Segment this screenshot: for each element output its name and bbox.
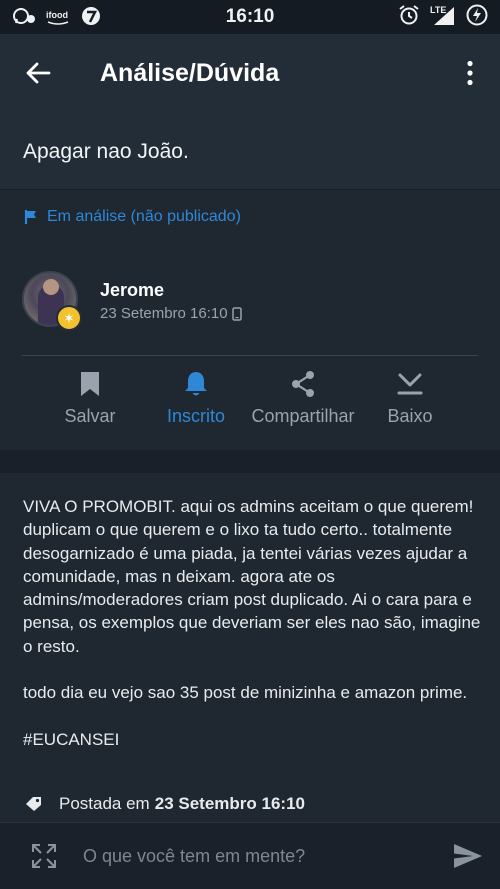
bookmark-icon [81,372,99,396]
system-icons: LTE [398,4,488,31]
save-label: Salvar [64,406,116,426]
alarm-icon [398,4,420,31]
subscribed-button[interactable]: Inscrito [158,370,234,427]
flag-icon [24,210,36,224]
share-label: Compartilhar [251,406,355,426]
level-badge-icon: ✶ [56,305,82,331]
bell-icon [185,372,207,396]
save-button[interactable]: Salvar [52,370,128,427]
comment-input[interactable] [83,834,436,878]
author-date-text: 23 Setembro 16:10 [100,305,228,322]
expand-button[interactable] [0,823,88,889]
more-vert-icon [467,60,473,86]
section-separator [0,450,500,473]
post-title: Apagar nao João. [23,140,189,163]
tag-icon [26,797,41,811]
posted-info: Postada em 23 Setembro 16:10 [25,794,305,814]
arrow-back-icon [26,62,51,84]
notification-icons: ifood [12,5,102,30]
kanguru-icon [80,5,102,30]
subscribed-label: Inscrito [166,406,226,426]
battery-charging-icon [466,4,488,31]
back-button[interactable] [0,34,76,112]
post-body: VIVA O PROMOBIT. aqui os admins aceitam … [23,497,481,749]
action-bar: Salvar Inscrito Compartilhar Baixo [0,370,500,440]
download-icon [397,373,423,395]
comment-composer [0,822,500,889]
post-header: Apagar nao João. [0,112,500,190]
share-button[interactable]: Compartilhar [244,370,362,427]
svg-text:LTE: LTE [430,5,446,15]
phone-icon [231,306,242,321]
page-title: Análise/Dúvida [100,58,280,87]
posted-date: 23 Setembro 16:10 [154,794,305,813]
share-icon [292,371,314,397]
divider [22,355,478,356]
author-info: ✶ Jerome 23 Setembro 16:10 [22,271,482,331]
author-name[interactable]: Jerome [100,280,164,301]
send-button[interactable] [436,823,500,889]
send-icon [454,844,482,868]
post-status: Em análise (não publicado) [24,208,241,226]
whatsapp-icon [12,6,36,29]
signal-icon: LTE [430,4,456,31]
post-status-label: Em análise (não publicado) [47,208,241,225]
fullscreen-icon [32,844,56,868]
app-bar: Análise/Dúvida [0,34,500,112]
posted-prefix: Postada em [59,794,150,813]
download-button[interactable]: Baixo [376,370,444,427]
more-options-button[interactable] [440,34,500,112]
ifood-icon: ifood [46,7,70,28]
status-bar: ifood 16:10 LTE [0,0,500,34]
author-date: 23 Setembro 16:10 [100,305,242,322]
svg-text:ifood: ifood [46,10,68,20]
download-label: Baixo [387,406,433,426]
